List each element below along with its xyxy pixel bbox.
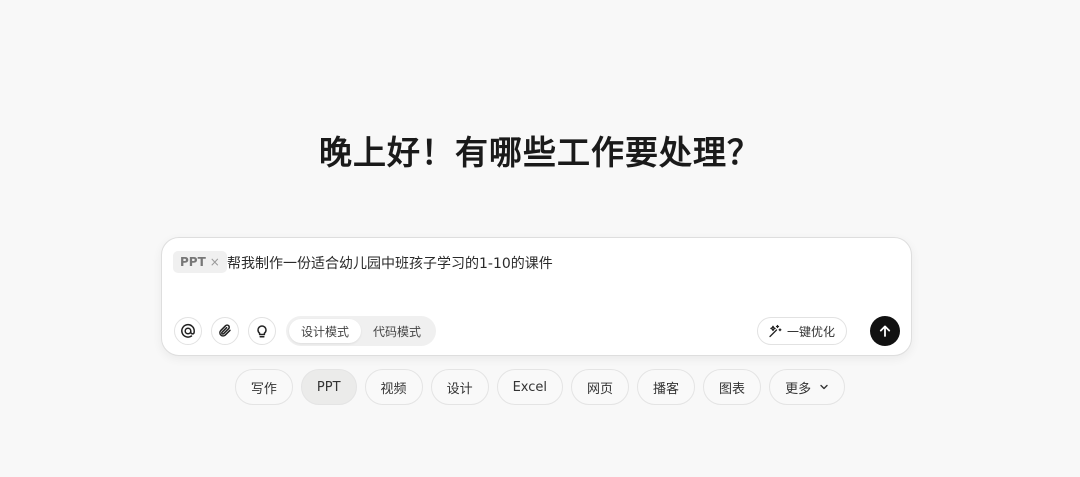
chevron-down-icon [819, 382, 829, 392]
magic-wand-icon [769, 324, 782, 338]
mode-tag-close-icon[interactable]: × [210, 255, 220, 269]
chip-more-label: 更多 [785, 381, 812, 397]
mode-tag-label: PPT [180, 255, 206, 269]
send-button[interactable] [870, 316, 900, 346]
optimize-button[interactable]: 一键优化 [757, 317, 848, 345]
optimize-label: 一键优化 [787, 324, 836, 339]
lightbulb-icon [257, 325, 267, 338]
chip-excel[interactable]: Excel [496, 369, 564, 405]
chip-video[interactable]: 视频 [364, 369, 423, 405]
prompt-composer: PPT × 帮我制作一份适合幼儿园中班孩子学习的1-10的课件 设计模式 代码模… [161, 237, 912, 356]
design-mode-tab[interactable]: 设计模式 [289, 319, 362, 343]
chip-more[interactable]: 更多 [769, 369, 846, 405]
chip-podcast[interactable]: 播客 [637, 369, 696, 405]
mode-tag-ppt: PPT × [173, 251, 227, 273]
inspire-button[interactable] [248, 317, 276, 345]
code-mode-tab[interactable]: 代码模式 [361, 319, 433, 343]
attach-button[interactable] [211, 317, 239, 345]
chip-ppt[interactable]: PPT [300, 369, 357, 405]
chip-design[interactable]: 设计 [430, 369, 489, 405]
mode-switcher: 设计模式 代码模式 [286, 316, 437, 346]
chip-webpage[interactable]: 网页 [571, 369, 630, 405]
prompt-input[interactable]: 帮我制作一份适合幼儿园中班孩子学习的1-10的课件 [227, 253, 553, 273]
mention-button[interactable] [174, 317, 202, 345]
category-chips: 写作 PPT 视频 设计 Excel 网页 播客 图表 更多 [0, 369, 1080, 405]
paperclip-icon [219, 324, 231, 337]
chip-chart[interactable]: 图表 [703, 369, 762, 405]
arrow-up-icon [879, 325, 891, 337]
chip-writing[interactable]: 写作 [234, 369, 293, 405]
at-icon [181, 323, 195, 338]
greeting-title: 晚上好！有哪些工作要处理？ [319, 133, 761, 172]
